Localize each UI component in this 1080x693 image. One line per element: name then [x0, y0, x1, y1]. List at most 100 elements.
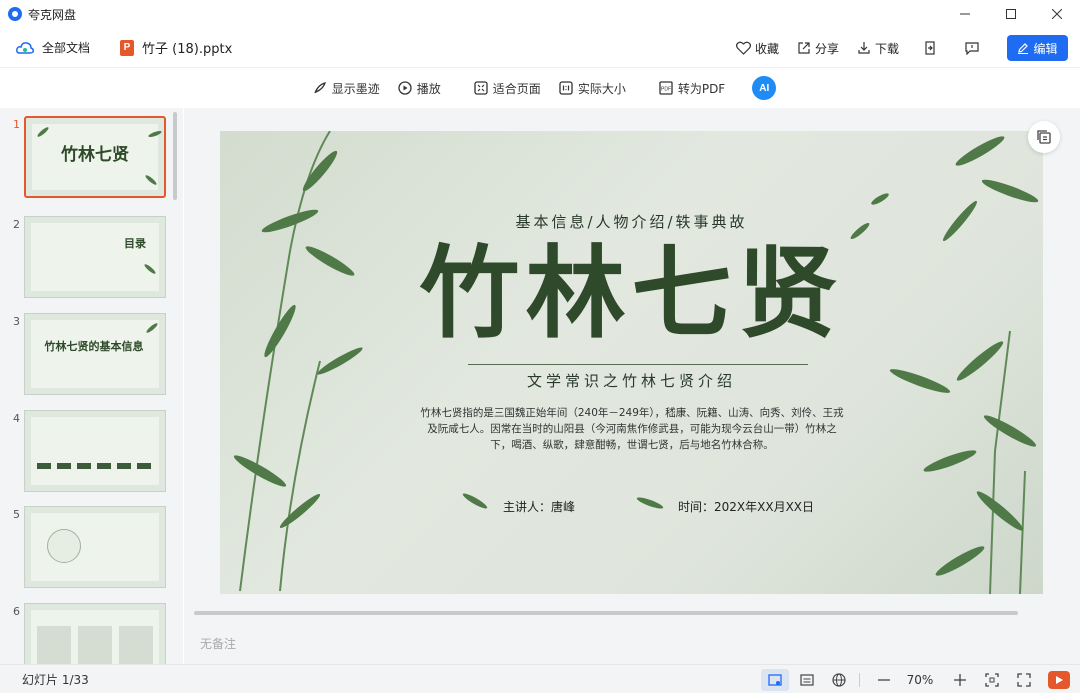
thumbnail-item[interactable]: 5 — [0, 506, 183, 592]
fullscreen-icon — [1017, 672, 1031, 687]
export-icon — [925, 41, 935, 55]
share-button[interactable]: 分享 — [797, 40, 839, 57]
normal-view-icon — [768, 673, 782, 686]
thumbnail-title: 竹林七贤 — [61, 145, 129, 165]
fit-page-label: 适合页面 — [492, 81, 541, 96]
thumbnail-item[interactable]: 4 — [0, 410, 183, 496]
minus-icon — [878, 678, 890, 681]
minimize-icon — [960, 13, 970, 15]
file-header: 全部文档 P 竹子 (18).pptx 收藏 分享 下载 编辑 — [0, 28, 1080, 68]
play-button[interactable]: 播放 — [398, 80, 441, 97]
quark-logo-icon — [8, 7, 22, 21]
close-button[interactable] — [1034, 0, 1080, 28]
horizontal-scrollbar[interactable] — [194, 611, 1018, 615]
all-docs-link[interactable]: 全部文档 — [16, 39, 90, 56]
thumbnail-slide-6[interactable] — [24, 603, 166, 664]
svg-text:PDF: PDF — [661, 87, 671, 93]
status-bar: 幻灯片 1/33 70% — [0, 664, 1080, 693]
share-label: 分享 — [814, 41, 839, 56]
notes-placeholder[interactable]: 无备注 — [200, 635, 236, 652]
show-ink-button[interactable]: 显示墨迹 — [313, 80, 380, 97]
file-tab: P 竹子 (18).pptx — [120, 38, 232, 57]
slideshow-button[interactable] — [1048, 670, 1070, 689]
copy-frame-icon — [1037, 130, 1051, 144]
convert-pdf-button[interactable]: PDF 转为PDF — [659, 80, 725, 97]
convert-pdf-label: 转为PDF — [677, 81, 726, 96]
thumbnail-number: 6 — [13, 605, 20, 618]
zoom-level[interactable]: 70% — [898, 673, 942, 687]
download-label: 下载 — [874, 41, 899, 56]
heart-icon — [735, 41, 751, 55]
slide-thumbnails-panel: 1 竹林七贤 2 目录 3 竹林七贤的基本信息 4 5 6 — [0, 108, 183, 664]
thumbnail-number: 1 — [13, 118, 20, 131]
thumbnail-slide-3[interactable]: 竹林七贤的基本信息 — [24, 313, 166, 395]
close-icon — [1052, 9, 1062, 19]
fullscreen-button[interactable] — [1010, 669, 1038, 691]
notes-view-icon — [800, 673, 814, 686]
viewer-toolbar: 显示墨迹 播放 适合页面 实际大小 PDF 转为PDF AI — [0, 69, 1080, 107]
thumbnail-slide-1[interactable]: 竹林七贤 — [24, 116, 166, 198]
slide-canvas-area: 基本信息/人物介绍/轶事典故 竹林七贤 文学常识之竹林七贤介绍 竹林七贤指的是三… — [184, 108, 1080, 664]
zoom-in-button[interactable] — [946, 669, 974, 691]
minimize-button[interactable] — [942, 0, 988, 28]
download-icon — [858, 42, 870, 54]
play-circle-icon — [398, 81, 412, 95]
ai-assistant-button[interactable]: AI — [752, 76, 777, 100]
normal-view-button[interactable] — [761, 668, 789, 691]
title-bar: 夸克网盘 — [0, 0, 1080, 28]
ink-pen-icon — [314, 82, 326, 94]
slideshow-play-icon — [1056, 675, 1063, 684]
thumbnail-item[interactable]: 3 竹林七贤的基本信息 — [0, 313, 183, 399]
notes-view-button[interactable] — [793, 669, 821, 691]
slide-tool-button[interactable] — [1028, 121, 1060, 153]
slide-time: 时间：202X年XX月XX日 — [678, 500, 815, 514]
maximize-icon — [1006, 9, 1016, 19]
fit-screen-icon — [985, 672, 999, 687]
slide-body-text: 竹林七贤指的是三国魏正始年间（240年－249年），嵇康、阮籍、山涛、向秀、刘伶… — [420, 407, 844, 451]
slide-subtitle: 基本信息/人物介绍/轶事典故 — [515, 213, 748, 231]
thumbnail-slide-2[interactable]: 目录 — [24, 216, 166, 298]
file-name: 竹子 (18).pptx — [142, 42, 233, 57]
status-controls: 70% — [757, 665, 1070, 693]
fit-page-button[interactable]: 适合页面 — [474, 80, 541, 97]
favorite-label: 收藏 — [754, 41, 779, 56]
globe-icon — [832, 672, 846, 687]
share-icon — [798, 42, 810, 54]
slide-title: 竹林七贤 — [419, 235, 844, 352]
cloud-icon — [16, 41, 34, 54]
thumbnail-item[interactable]: 2 目录 — [0, 216, 183, 302]
fit-screen-button[interactable] — [978, 669, 1006, 691]
thumbnail-number: 4 — [13, 412, 20, 425]
actual-size-label: 实际大小 — [577, 81, 626, 96]
slide-counter: 幻灯片 1/33 — [22, 672, 89, 687]
plus-icon — [954, 673, 966, 686]
file-actions: 收藏 分享 下载 编辑 — [718, 28, 1068, 68]
thumbnail-item[interactable]: 1 竹林七贤 — [0, 116, 183, 202]
pdf-icon: PDF — [659, 81, 673, 95]
slide-speaker: 主讲人：唐峰 — [503, 500, 576, 514]
maximize-button[interactable] — [988, 0, 1034, 28]
thumbnail-item[interactable]: 6 — [0, 603, 183, 664]
fit-page-icon — [474, 81, 488, 95]
thumbnail-number: 2 — [13, 218, 20, 231]
thumbnail-title: 目录 — [124, 237, 146, 250]
feedback-icon — [965, 42, 979, 55]
web-view-button[interactable] — [825, 669, 853, 691]
bamboo-decoration — [233, 131, 1039, 594]
thumbnail-title: 竹林七贤的基本信息 — [44, 340, 144, 353]
play-label: 播放 — [416, 81, 441, 96]
favorite-button[interactable]: 收藏 — [735, 40, 779, 57]
download-button[interactable]: 下载 — [857, 40, 899, 57]
export-button[interactable] — [923, 41, 941, 55]
title-divider — [468, 364, 808, 365]
actual-size-button[interactable]: 实际大小 — [559, 80, 626, 97]
zoom-out-button[interactable] — [870, 669, 898, 691]
edit-button[interactable]: 编辑 — [1007, 35, 1068, 61]
feedback-button[interactable] — [965, 41, 983, 55]
thumbnail-slide-5[interactable] — [24, 506, 166, 588]
actual-size-icon — [559, 81, 573, 95]
current-slide[interactable]: 基本信息/人物介绍/轶事典故 竹林七贤 文学常识之竹林七贤介绍 竹林七贤指的是三… — [220, 131, 1043, 594]
thumbnail-number: 3 — [13, 315, 20, 328]
thumbnail-slide-4[interactable] — [24, 410, 166, 492]
app-name: 夸克网盘 — [28, 7, 77, 22]
